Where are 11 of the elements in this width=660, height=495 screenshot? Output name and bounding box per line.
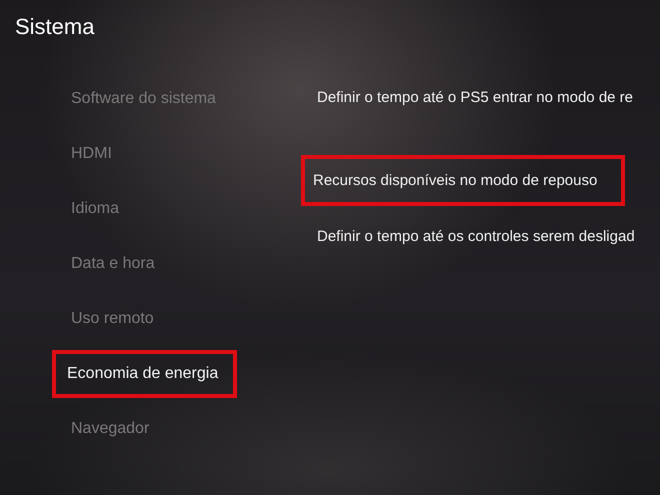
sidebar-item[interactable]: Navegador (52, 409, 168, 449)
sidebar-item[interactable]: Software do sistema (52, 79, 235, 119)
sidebar-item[interactable]: Idioma (52, 189, 138, 229)
sidebar-item[interactable]: Economia de energia (52, 350, 238, 398)
page-title: Sistema (15, 13, 94, 41)
settings-option[interactable]: Recursos disponíveis no modo de repouso (301, 155, 626, 206)
sidebar-item[interactable]: Data e hora (52, 244, 174, 284)
settings-option[interactable]: Definir o tempo até os controles serem desligad (305, 218, 639, 256)
sidebar-item[interactable]: Uso remoto (52, 299, 173, 339)
settings-option[interactable]: Definir o tempo até o PS5 entrar no modo de re (305, 79, 638, 117)
sidebar-item[interactable]: HDMI (52, 134, 131, 174)
